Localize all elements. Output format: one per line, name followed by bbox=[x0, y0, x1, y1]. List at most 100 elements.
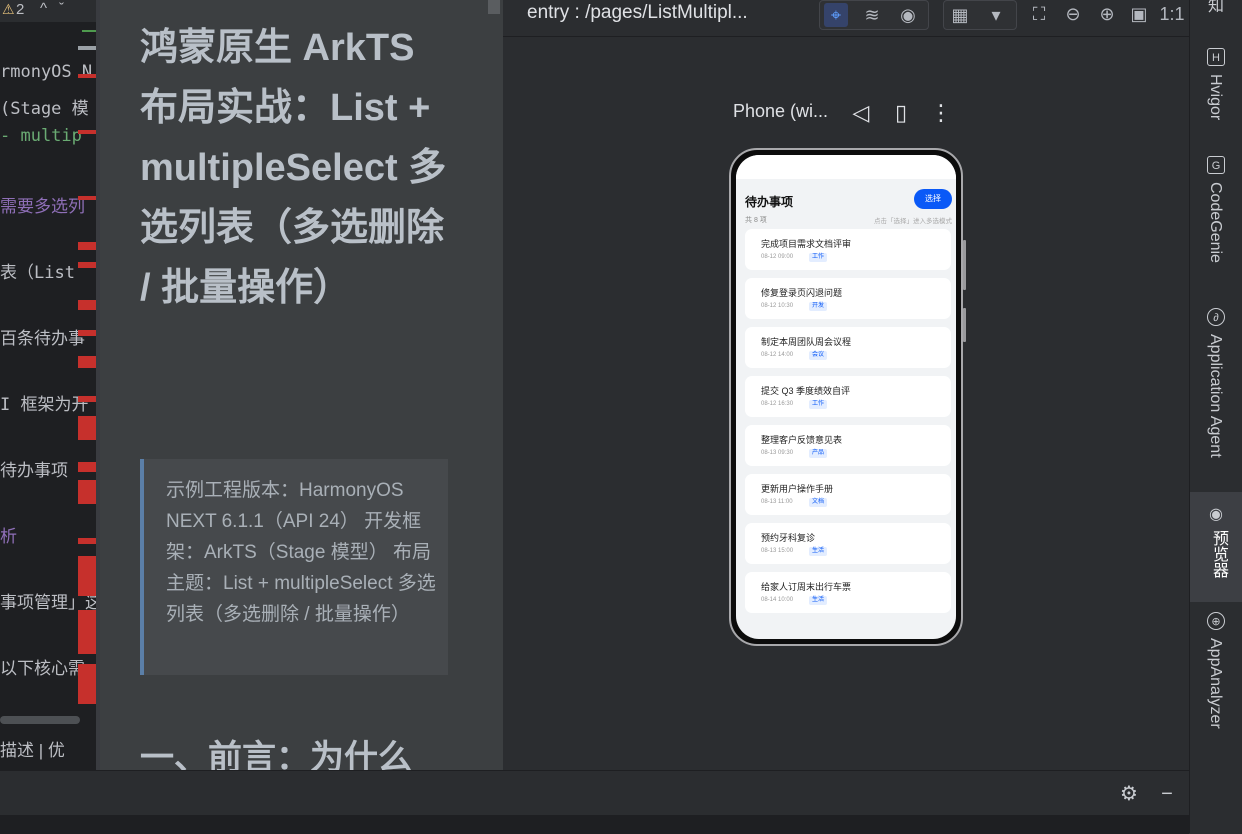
task-item[interactable]: 给家人订周末出行车票 08-14 10:00 生活 bbox=[745, 572, 951, 613]
notifications-tab[interactable]: 知 bbox=[1208, 0, 1224, 16]
tool-label: Hvigor bbox=[1207, 74, 1224, 121]
code-line[interactable]: 百条待办事 bbox=[0, 324, 96, 349]
task-item[interactable]: 更新用户操作手册 08-13 11:00 文档 bbox=[745, 474, 951, 515]
tool-codegenie[interactable]: G CodeGenie bbox=[1190, 156, 1242, 274]
fullscreen-icon[interactable]: ▣ bbox=[1127, 2, 1151, 26]
gutter-change-marker bbox=[78, 462, 98, 472]
task-title: 制定本周团队周会议程 bbox=[761, 337, 852, 347]
task-title: 预约牙科复诊 bbox=[761, 533, 816, 543]
layers-icon[interactable]: ≋ bbox=[860, 3, 884, 27]
task-item[interactable]: 完成项目需求文档评审 08-12 09:00 工作 bbox=[745, 229, 951, 270]
phone-device-frame: 待办事项 选择 共 8 项 点击「选择」进入多选模式 完成项目需求文档评审 08-… bbox=[729, 148, 966, 646]
status-bar bbox=[736, 155, 956, 179]
task-tag: 开发 bbox=[809, 302, 828, 311]
horizontal-scrollbar[interactable] bbox=[0, 716, 80, 724]
tool-label: AppAnalyzer bbox=[1207, 638, 1224, 729]
tool-label: 预览器 bbox=[1210, 530, 1227, 578]
code-line[interactable]: - multip bbox=[0, 126, 96, 146]
task-item[interactable]: 制定本周团队周会议程 08-12 14:00 会议 bbox=[745, 327, 951, 368]
components-icon[interactable]: ▦ bbox=[948, 3, 972, 27]
inspector-icon[interactable]: ⌖ bbox=[824, 3, 848, 27]
task-time: 08-13 15:00 bbox=[761, 548, 794, 554]
gutter-change-marker bbox=[78, 538, 98, 544]
gutter-change-marker bbox=[78, 480, 98, 504]
bottom-panel: ⚙ − bbox=[0, 770, 1189, 834]
task-time: 08-12 10:30 bbox=[761, 303, 794, 309]
dropdown-icon[interactable]: ▾ bbox=[984, 3, 1008, 27]
gutter-change-marker bbox=[78, 130, 98, 134]
code-editor[interactable]: ⚠ 2 ^ˇ rmonyOS N (Stage 模- multip 需要多选列 表（L… bbox=[0, 0, 100, 770]
task-item[interactable]: 修复登录页闪退问题 08-12 10:30 开发 bbox=[745, 278, 951, 319]
zoom-out-icon[interactable]: ⊖ bbox=[1061, 2, 1085, 26]
warning-icon[interactable]: ⚠ bbox=[2, 1, 15, 18]
task-time: 08-13 09:30 bbox=[761, 450, 794, 456]
task-time: 08-13 11:00 bbox=[761, 499, 793, 505]
gutter-change-marker bbox=[78, 242, 98, 250]
gutter-change-marker bbox=[78, 330, 98, 336]
gutter-change-marker bbox=[78, 416, 98, 440]
volume-button bbox=[963, 240, 966, 290]
previewer-toolbar: entry : /pages/ListMultipl... ⌖ ≋ ◉ ▦ ▾ … bbox=[503, 0, 1189, 37]
article-title: 鸿蒙原生 ArkTS 布局实战：List + multipleSelect 多选… bbox=[140, 27, 447, 309]
eye-icon: ◉ bbox=[1209, 506, 1223, 523]
task-tag: 文档 bbox=[809, 498, 828, 507]
tool-label: Application Agent bbox=[1207, 334, 1224, 458]
phone-screen[interactable]: 待办事项 选择 共 8 项 点击「选择」进入多选模式 完成项目需求文档评审 08-… bbox=[736, 155, 956, 639]
status-strip bbox=[0, 815, 1189, 834]
task-tag: 生活 bbox=[809, 547, 828, 556]
power-button bbox=[963, 308, 966, 342]
version-blockquote: 示例工程版本：HarmonyOS NEXT 6.1.1（API 24） 开发框架… bbox=[140, 459, 448, 675]
back-icon[interactable]: ◁ bbox=[848, 100, 874, 126]
tool-appanalyzer[interactable]: ⊕ AppAnalyzer bbox=[1190, 612, 1242, 742]
markdown-preview[interactable]: 鸿蒙原生 ArkTS 布局实战：List + multipleSelect 多选… bbox=[100, 0, 503, 770]
task-tag: 工作 bbox=[809, 253, 828, 262]
task-tag: 会议 bbox=[809, 351, 828, 360]
gutter-change-marker bbox=[78, 556, 98, 596]
gutter-change-marker bbox=[78, 610, 98, 654]
inspector-toolgroup: ⌖ ≋ ◉ bbox=[819, 0, 929, 30]
select-button[interactable]: 选择 bbox=[914, 189, 952, 209]
fit-icon[interactable]: ⛶ bbox=[1027, 2, 1051, 26]
device-selector[interactable]: Phone (wi... bbox=[733, 101, 828, 122]
gutter-change-marker bbox=[78, 46, 98, 50]
zoom-reset-button[interactable]: 1:1 bbox=[1157, 2, 1187, 26]
vertical-scrollbar[interactable] bbox=[488, 0, 500, 14]
agent-icon: ∂ bbox=[1207, 308, 1225, 326]
task-item[interactable]: 提交 Q3 季度绩效自评 08-12 16:30 工作 bbox=[745, 376, 951, 417]
select-hint: 点击「选择」进入多选模式 bbox=[874, 218, 952, 225]
task-title: 修复登录页闪退问题 bbox=[761, 288, 843, 298]
tool-hvigor[interactable]: H Hvigor bbox=[1190, 48, 1242, 128]
zoom-in-icon[interactable]: ⊕ bbox=[1095, 2, 1119, 26]
code-line[interactable]: rmonyOS N bbox=[0, 62, 96, 82]
task-title: 更新用户操作手册 bbox=[761, 484, 834, 494]
app-title: 待办事项 bbox=[745, 195, 794, 209]
editor-bottom-text: 描述 | 优 bbox=[0, 741, 65, 760]
gutter-change-marker bbox=[78, 262, 98, 268]
task-tag: 产品 bbox=[809, 449, 828, 458]
task-tag: 工作 bbox=[809, 400, 828, 409]
hvigor-icon: H bbox=[1207, 48, 1225, 66]
task-tag: 生活 bbox=[809, 596, 828, 605]
warning-count: 2 bbox=[16, 1, 25, 18]
task-item[interactable]: 预约牙科复诊 08-13 15:00 生活 bbox=[745, 523, 951, 564]
item-count: 共 8 项 bbox=[745, 217, 767, 224]
eye-icon[interactable]: ◉ bbox=[896, 3, 920, 27]
minimize-icon[interactable]: − bbox=[1156, 783, 1178, 805]
more-options-icon[interactable]: ⋮ bbox=[928, 100, 954, 126]
tool-previewer[interactable]: ◉ 预览器 bbox=[1190, 492, 1242, 602]
tool-application-agent[interactable]: ∂ Application Agent bbox=[1190, 308, 1242, 478]
gear-icon[interactable]: ⚙ bbox=[1118, 783, 1140, 805]
previewer-panel: entry : /pages/ListMultipl... ⌖ ≋ ◉ ▦ ▾ … bbox=[503, 0, 1189, 770]
entry-page-title: entry : /pages/ListMultipl... bbox=[527, 2, 748, 23]
task-time: 08-14 10:00 bbox=[761, 597, 794, 603]
task-title: 整理客户反馈意见表 bbox=[761, 435, 843, 445]
code-line[interactable]: (Stage 模 bbox=[0, 94, 96, 119]
rotate-device-icon[interactable]: ▯ bbox=[888, 100, 914, 126]
task-item[interactable]: 整理客户反馈意见表 08-13 09:30 产品 bbox=[745, 425, 951, 466]
codegenie-icon: G bbox=[1207, 156, 1225, 174]
navigate-arrows[interactable]: ^ˇ bbox=[40, 0, 76, 17]
code-line[interactable]: I 框架为开 bbox=[0, 390, 96, 415]
task-title: 提交 Q3 季度绩效自评 bbox=[761, 386, 851, 396]
task-time: 08-12 09:00 bbox=[761, 254, 794, 260]
blockquote-text: 示例工程版本：HarmonyOS NEXT 6.1.1（API 24） 开发框架… bbox=[166, 480, 436, 625]
